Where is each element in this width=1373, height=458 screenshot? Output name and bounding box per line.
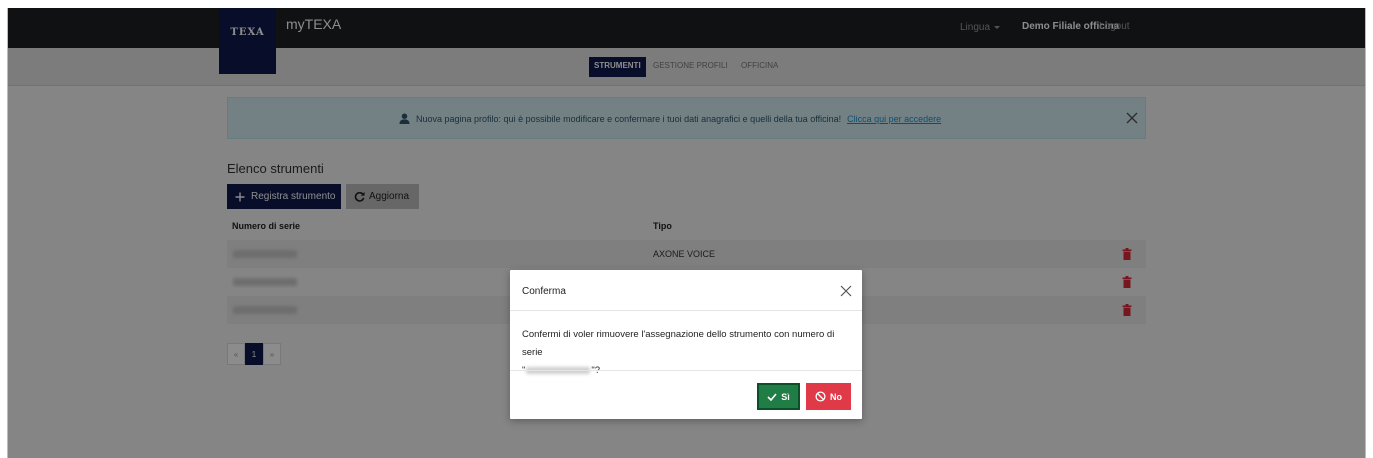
- no-label: No: [830, 391, 842, 402]
- dialog-footer: Sì No: [510, 370, 862, 419]
- close-icon[interactable]: [840, 285, 852, 297]
- yes-label: Sì: [781, 391, 790, 402]
- confirm-dialog: Conferma Confermi di voler rimuovere l'a…: [510, 270, 862, 419]
- dialog-title: Conferma: [522, 286, 566, 297]
- confirm-yes-button[interactable]: Sì: [757, 383, 800, 410]
- dialog-header: Conferma: [510, 270, 862, 311]
- dialog-message-text: Confermi di voler rimuovere l'assegnazio…: [522, 329, 835, 358]
- check-icon: [767, 392, 777, 401]
- ban-icon: [815, 391, 826, 402]
- confirm-no-button[interactable]: No: [806, 383, 851, 410]
